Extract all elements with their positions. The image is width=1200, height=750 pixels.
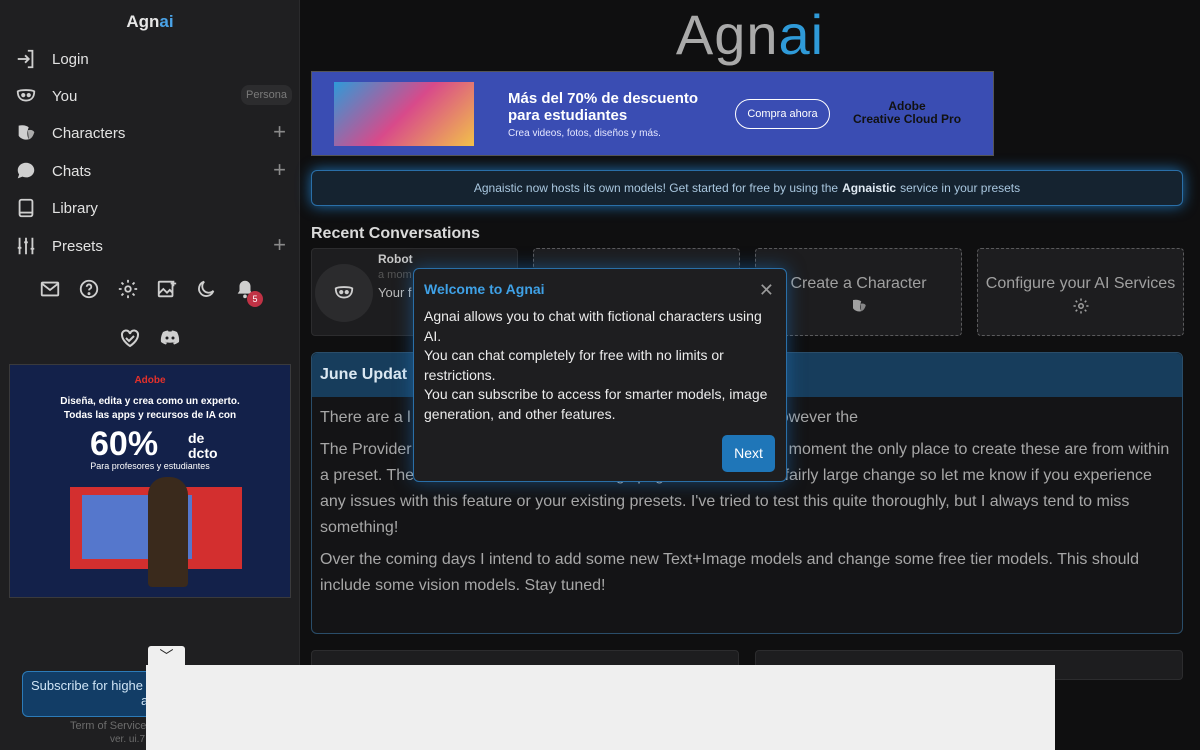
notification-count-badge: 5 <box>247 291 263 307</box>
ad-dcto: de dcto <box>188 431 218 461</box>
ad-cta-button[interactable]: Compra ahora <box>735 99 830 129</box>
add-chat-button[interactable]: + <box>273 158 286 182</box>
add-character-button[interactable]: + <box>273 120 286 144</box>
ad-brand: Adobe <box>134 375 166 386</box>
ad-headline: Diseña, edita y crea como un experto. Tod… <box>10 395 290 423</box>
ad-subtext: Para profesores y estudiantes <box>90 461 210 471</box>
modal-title: Welcome to Agnai <box>424 281 545 297</box>
sidebar-social-row <box>118 326 182 355</box>
sidebar-item-characters[interactable]: Characters + <box>14 118 292 148</box>
patreon-heart-icon[interactable] <box>118 326 142 355</box>
moon-icon[interactable] <box>194 277 218 301</box>
sidebar-item-presets[interactable]: Presets + <box>14 231 292 261</box>
help-icon[interactable] <box>77 277 101 301</box>
chat-bubble-icon <box>14 159 38 183</box>
sidebar-item-login[interactable]: Login <box>14 44 292 74</box>
ad-percent: 60% <box>90 425 159 463</box>
modal-line-3: You can subscribe to access for smarter … <box>424 386 768 422</box>
modal-body: Agnai allows you to chat with fictional … <box>424 307 774 424</box>
conversation-preview: Your f <box>378 285 412 300</box>
ad-line1: Diseña, edita y crea como un experto. <box>60 396 240 407</box>
top-advertisement[interactable]: Más del 70% de descuento para estudiante… <box>311 71 994 156</box>
sliders-icon <box>14 234 38 258</box>
sidebar-advertisement[interactable]: Adobe Diseña, edita y crea como un exper… <box>9 364 291 598</box>
gear-icon <box>978 297 1183 320</box>
banner-suffix: service in your presets <box>900 181 1021 195</box>
sidebar-item-label: Chats <box>52 162 92 180</box>
logo-suffix: ai <box>778 3 825 66</box>
settings-gear-icon[interactable] <box>116 277 140 301</box>
sidebar-item-label: Presets <box>52 237 103 255</box>
mail-icon[interactable] <box>38 277 62 301</box>
ad-de: de <box>188 430 205 446</box>
sidebar-item-label: You <box>52 87 78 105</box>
terms-link[interactable]: Term of Service <box>70 720 146 732</box>
banner-bold: Agnaistic <box>842 181 897 195</box>
sidebar-item-label: Login <box>52 50 89 68</box>
conversation-time: a mom <box>378 269 412 281</box>
announcement-banner: Agnaistic now hosts its own models! Get … <box>311 170 1183 206</box>
close-icon[interactable]: ✕ <box>759 281 774 299</box>
next-button[interactable]: Next <box>722 435 775 472</box>
update-paragraph-3: Over the coming days I intend to add som… <box>320 551 1139 594</box>
ad-brand: Adobe Creative Cloud Pro <box>853 100 961 126</box>
avatar <box>315 264 373 322</box>
version-text: ver. ui.7 <box>110 734 146 745</box>
bottom-ad-overlay[interactable] <box>146 665 1055 750</box>
sidebar: Agnai Login You Persona Characters + Cha… <box>0 0 300 750</box>
discord-icon[interactable] <box>158 326 182 355</box>
modal-line-1: Agnai allows you to chat with fictional … <box>424 308 762 344</box>
sidebar-item-library[interactable]: Library <box>14 193 292 223</box>
configure-ai-label: Configure your AI Services <box>985 275 1176 292</box>
sidebar-icon-row: 5 <box>38 277 263 307</box>
sidebar-item-chats[interactable]: Chats + <box>14 156 292 186</box>
ad-figure <box>148 477 188 587</box>
modal-line-2: You can chat completely for free with no… <box>424 347 724 383</box>
ad-brand-line1: Adobe <box>888 99 926 113</box>
ad-brand-line2: Creative Cloud Pro <box>853 112 962 126</box>
sidebar-item-label: Library <box>52 199 98 217</box>
characters-icon <box>14 121 38 145</box>
bell-icon[interactable]: 5 <box>233 277 263 307</box>
subscribe-label-2: a <box>141 693 149 708</box>
mask-icon <box>334 286 354 299</box>
recent-conversations-title: Recent Conversations <box>311 225 480 242</box>
add-preset-button[interactable]: + <box>273 233 286 257</box>
book-icon <box>14 196 38 220</box>
ad-line2: Todas las apps y recursos de IA con <box>63 410 237 421</box>
conversation-name: Robot <box>378 252 413 266</box>
collapse-ad-button[interactable]: ﹀ <box>148 646 185 666</box>
sidebar-item-you[interactable]: You Persona <box>14 81 292 111</box>
sidebar-item-label: Characters <box>52 124 126 142</box>
main-logo: Agnai <box>300 2 1200 67</box>
welcome-modal: Welcome to Agnai ✕ Agnai allows you to c… <box>413 268 787 482</box>
mask-icon <box>14 84 38 108</box>
subscribe-label: Subscribe for highe <box>31 678 144 693</box>
login-icon <box>14 47 38 71</box>
configure-ai-card[interactable]: Configure your AI Services <box>977 248 1184 336</box>
image-generate-icon[interactable] <box>155 277 179 301</box>
ad-tagline: Crea videos, fotos, diseños y más. <box>508 128 661 139</box>
ad-image <box>334 82 474 146</box>
ad-headline: Más del 70% de descuento para estudiante… <box>508 90 699 124</box>
persona-badge[interactable]: Persona <box>241 85 292 105</box>
brand-prefix: Agn <box>126 12 160 31</box>
sidebar-brand[interactable]: Agnai <box>0 12 300 32</box>
ad-dcto-text: dcto <box>188 445 218 461</box>
brand-suffix: ai <box>159 12 174 31</box>
logo-prefix: Agn <box>675 3 779 66</box>
banner-prefix: Agnaistic now hosts its own models! Get … <box>473 181 839 195</box>
